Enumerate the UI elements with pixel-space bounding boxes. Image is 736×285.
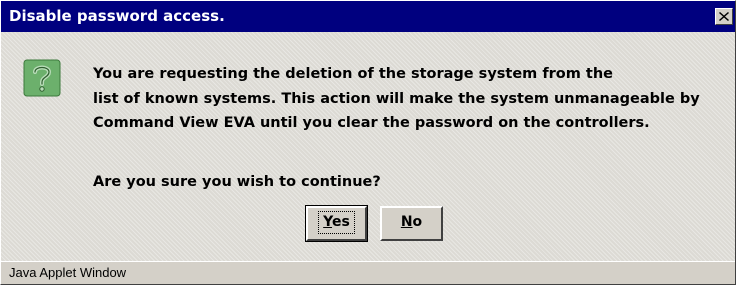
yes-mnemonic: Y: [323, 214, 333, 230]
title-bar[interactable]: Disable password access.: [1, 1, 735, 32]
close-icon: [719, 12, 729, 21]
message-line: You are requesting the deletion of the s…: [93, 66, 613, 82]
no-label-rest: o: [412, 214, 423, 230]
close-button[interactable]: [715, 8, 733, 25]
no-mnemonic: N: [400, 214, 413, 230]
dialog-window: Disable password access. You are request…: [0, 0, 736, 285]
yes-button-label: Yes: [318, 211, 355, 234]
message-line: Command View EVA until you clear the pas…: [93, 115, 650, 131]
yes-button[interactable]: Yes: [305, 205, 368, 242]
no-button-label: No: [401, 214, 422, 230]
message-line: list of known systems. This action will …: [93, 90, 700, 107]
dialog-content: You are requesting the deletion of the s…: [1, 32, 735, 261]
status-text: Java Applet Window: [9, 265, 127, 280]
confirm-question: Are you sure you wish to continue?: [93, 174, 381, 190]
question-icon: [23, 59, 61, 97]
yes-label-rest: es: [332, 214, 350, 230]
dialog-message: You are requesting the deletion of the s…: [93, 62, 713, 136]
no-button[interactable]: No: [380, 206, 443, 241]
status-bar: Java Applet Window: [1, 261, 735, 284]
window-title: Disable password access.: [9, 7, 225, 25]
